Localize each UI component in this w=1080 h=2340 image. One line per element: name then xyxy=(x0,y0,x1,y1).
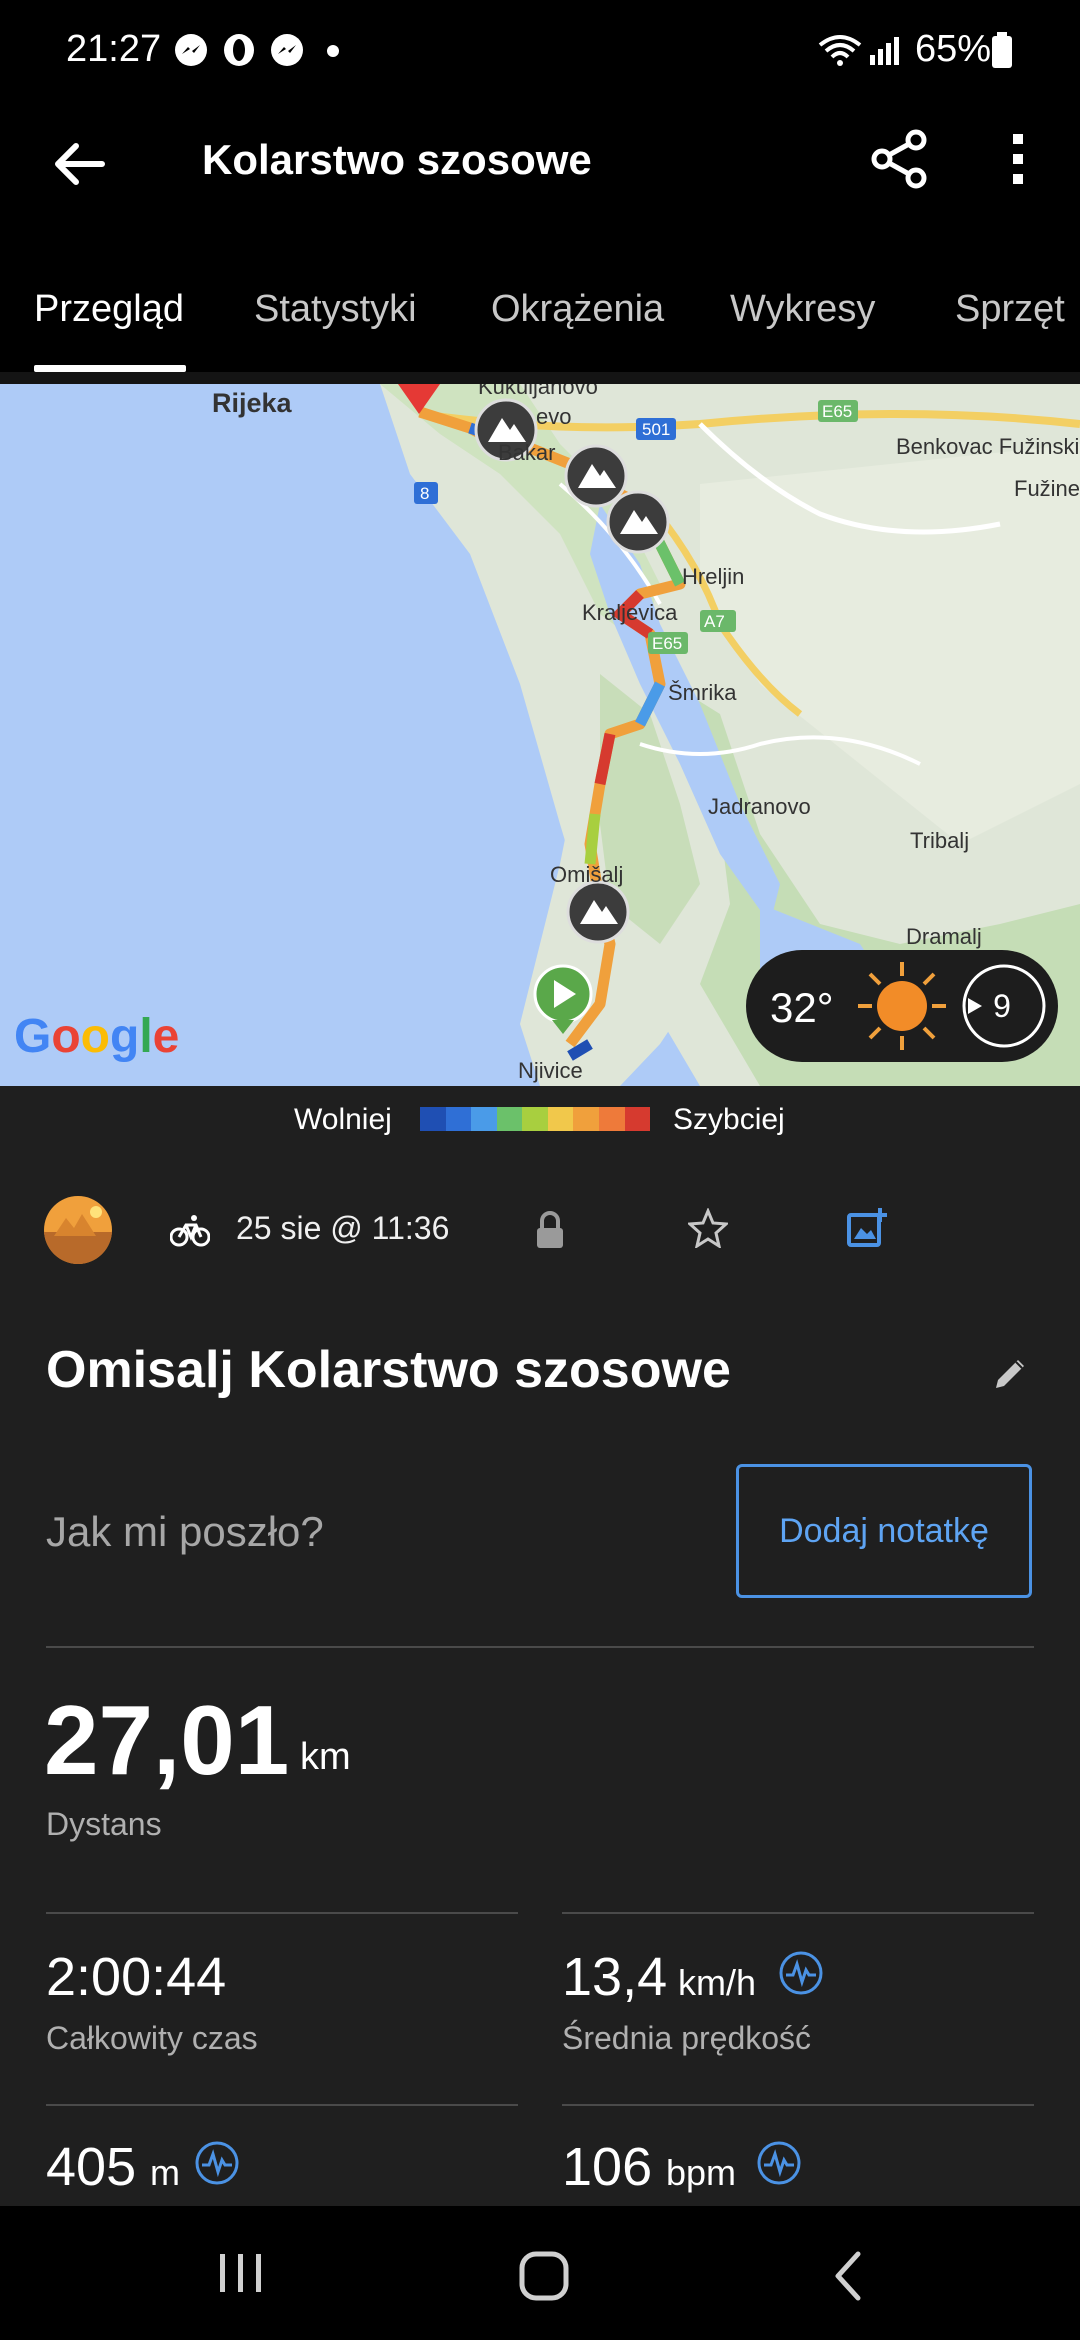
road-label: A7 xyxy=(704,612,725,631)
lock-icon[interactable] xyxy=(530,1208,570,1252)
bike-icon xyxy=(170,1215,210,1247)
distance-unit: km xyxy=(300,1736,351,1778)
road-label: E65 xyxy=(822,402,852,421)
map-label: Fužine xyxy=(1014,476,1080,501)
avg-speed-value: 13,4 xyxy=(562,1947,668,2007)
legend-gradient xyxy=(420,1107,651,1131)
page-title: Kolarstwo szosowe xyxy=(202,136,592,183)
tab-okrazenia[interactable]: Okrążenia xyxy=(491,288,664,331)
map-label: Kukuljanovo xyxy=(478,384,598,399)
nav-back-icon[interactable] xyxy=(826,2250,872,2302)
star-icon[interactable] xyxy=(688,1208,728,1248)
notification-dot-icon xyxy=(327,45,339,57)
avg-speed-label: Średnia prędkość xyxy=(562,2020,812,2056)
map-label: Dramalj xyxy=(906,924,982,949)
wifi-icon xyxy=(818,35,862,66)
more-options-icon[interactable] xyxy=(1000,128,1036,190)
speed-legend xyxy=(0,1086,1080,1176)
map-label: evo xyxy=(536,404,571,429)
legend-slower-label: Wolniej xyxy=(294,1103,392,1136)
map-label: Kraljevica xyxy=(582,600,678,625)
map-label: Omišalj xyxy=(550,862,623,887)
total-time-label: Całkowity czas xyxy=(46,2020,258,2056)
summit-marker[interactable] xyxy=(606,490,670,554)
summit-marker[interactable] xyxy=(564,444,628,508)
map-label: Tribalj xyxy=(910,828,969,853)
activity-monitor-icon[interactable] xyxy=(194,2140,240,2186)
divider xyxy=(46,1646,1034,1648)
edit-pencil-icon[interactable] xyxy=(990,1354,1030,1394)
tab-statystyki[interactable]: Statystyki xyxy=(254,288,417,331)
activity-monitor-icon[interactable] xyxy=(756,2140,802,2186)
divider xyxy=(562,2104,1034,2106)
elevation-value: 405 xyxy=(46,2137,137,2197)
total-time-value: 2:00:44 xyxy=(46,1947,227,2007)
tab-sprzet[interactable]: Sprzęt xyxy=(955,288,1065,331)
map-label: Bakar xyxy=(498,440,555,465)
add-photo-icon[interactable] xyxy=(846,1206,888,1248)
battery-percent: 65% xyxy=(915,28,992,70)
active-tab-indicator xyxy=(34,365,186,372)
wind-speed: 9 xyxy=(993,988,1011,1024)
map-label: Benkovac Fužinski xyxy=(896,434,1079,459)
summit-marker[interactable] xyxy=(566,880,630,944)
home-icon[interactable] xyxy=(518,2250,570,2302)
road-label: E65 xyxy=(652,634,682,653)
tab-wykresy[interactable]: Wykresy xyxy=(730,288,875,331)
map-label: Njivice xyxy=(518,1058,583,1083)
divider xyxy=(562,1912,1034,1914)
heart-rate-unit: bpm xyxy=(666,2152,737,2193)
back-arrow-icon[interactable] xyxy=(44,128,116,200)
map-label: Jadranovo xyxy=(708,794,811,819)
messenger-icon xyxy=(175,34,207,66)
avatar[interactable] xyxy=(44,1196,112,1264)
add-note-button[interactable]: Dodaj notatkę xyxy=(736,1464,1032,1598)
weather-temperature: 32° xyxy=(770,984,834,1031)
divider xyxy=(46,2104,518,2106)
recent-apps-icon[interactable] xyxy=(214,2250,268,2296)
activity-date: 25 sie @ 11:36 xyxy=(236,1210,450,1246)
distance-label: Dystans xyxy=(46,1806,162,1842)
google-logo: Google xyxy=(14,1010,179,1063)
signal-icon xyxy=(870,37,899,65)
map-label: Šmrika xyxy=(668,680,737,705)
road-label: 8 xyxy=(420,484,429,503)
avg-speed-unit: km/h xyxy=(678,1962,757,2003)
messenger-icon-2 xyxy=(271,34,303,66)
activity-title: Omisalj Kolarstwo szosowe xyxy=(46,1341,731,1399)
divider xyxy=(46,1912,518,1914)
battery-icon xyxy=(992,32,1012,68)
note-prompt: Jak mi poszło? xyxy=(46,1508,324,1555)
sun-icon xyxy=(858,962,946,1050)
map-label: Hreljin xyxy=(682,564,744,589)
road-label: 501 xyxy=(642,420,670,439)
status-time: 21:27 xyxy=(66,28,162,70)
activity-monitor-icon[interactable] xyxy=(778,1950,824,1996)
map-label: Rijeka xyxy=(212,388,293,418)
opera-icon xyxy=(224,34,254,66)
legend-faster-label: Szybciej xyxy=(673,1103,785,1136)
share-icon[interactable] xyxy=(868,128,930,190)
elevation-unit: m xyxy=(150,2152,180,2193)
tab-divider xyxy=(0,372,1080,384)
distance-value: 27,01 xyxy=(44,1685,290,1795)
heart-rate-value: 106 xyxy=(562,2137,653,2197)
status-bar: 21:27 65% xyxy=(0,0,1080,105)
tab-przeglad[interactable]: Przegląd xyxy=(34,288,184,331)
